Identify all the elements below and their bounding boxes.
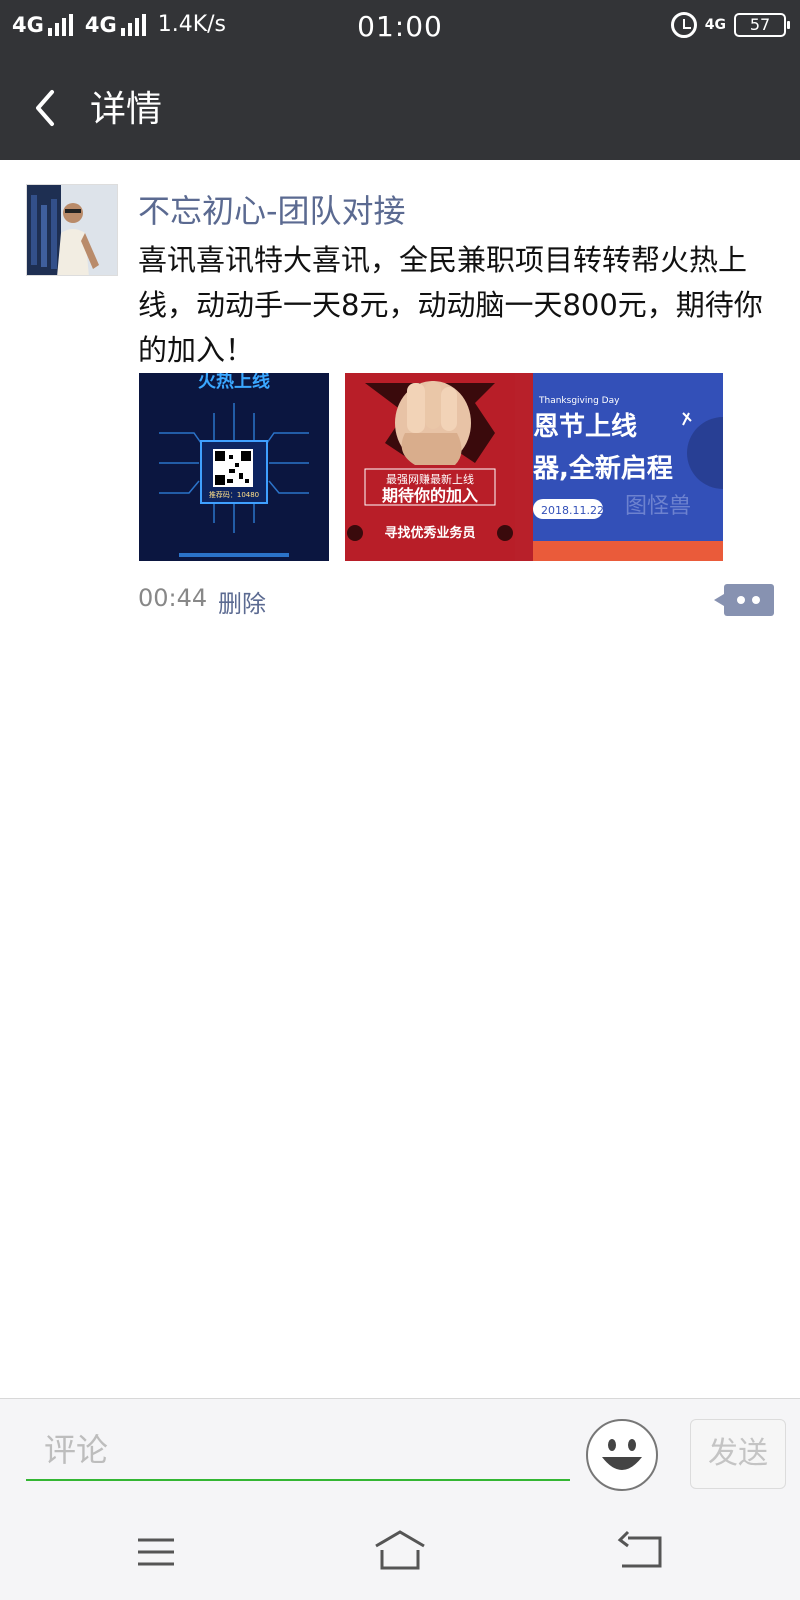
post-text: 喜讯喜讯特大喜讯，全民兼职项目转转帮火热上线，动动手一天8元，动动脑一天800元… bbox=[138, 243, 763, 367]
post-image-3[interactable]: Thanksgiving Day 恩节上线 器,全新启程 2018.11.22 … bbox=[533, 373, 723, 561]
battery-icon: 57 bbox=[734, 13, 790, 37]
image-3-date: 2018.11.22 bbox=[541, 504, 604, 517]
comment-input[interactable] bbox=[26, 1421, 570, 1481]
system-nav-bar bbox=[0, 1508, 800, 1600]
post-time: 00:44 bbox=[138, 584, 208, 612]
image-3-line2: 器,全新启程 bbox=[533, 453, 673, 484]
delete-button[interactable]: 删除 bbox=[218, 584, 266, 619]
image-2-line1: 最强网赚最新上线 bbox=[386, 472, 474, 486]
image-3-line1: 恩节上线 bbox=[533, 412, 637, 442]
back-icon[interactable] bbox=[612, 1528, 672, 1578]
smiley-icon bbox=[602, 1439, 642, 1470]
image-3-small: Thanksgiving Day bbox=[538, 396, 620, 406]
image-2-line2: 期待你的加入 bbox=[382, 486, 478, 505]
post-author-name[interactable]: 不忘初心-团队对接 bbox=[138, 186, 406, 232]
menu-icon[interactable] bbox=[126, 1528, 186, 1578]
alarm-icon bbox=[670, 12, 697, 38]
avatar[interactable] bbox=[26, 184, 118, 276]
image-2-line3: 寻找优秀业务员 bbox=[384, 525, 475, 541]
emoji-button[interactable] bbox=[586, 1419, 658, 1491]
page-title: 详情 bbox=[90, 89, 163, 130]
status-right: 4G 57 bbox=[670, 12, 790, 38]
send-button[interactable]: 发送 bbox=[690, 1419, 786, 1489]
image-1-code: 推荐码：10480 bbox=[209, 490, 259, 499]
back-arrow-icon[interactable] bbox=[30, 86, 70, 130]
network-small: 4G bbox=[704, 17, 726, 33]
comment-bar: 发送 bbox=[0, 1398, 800, 1508]
title-bar: 详情 bbox=[0, 56, 800, 160]
image-3-watermark: 图怪兽 bbox=[625, 494, 691, 519]
comment-more-button[interactable] bbox=[714, 584, 774, 616]
post-image-1[interactable]: 推荐码：10480 火热上线 bbox=[139, 373, 329, 561]
status-bar: 4G 4G 1.4K/s 01:00 4G 57 bbox=[0, 0, 800, 56]
post-image-2[interactable]: 最强网赚最新上线 期待你的加入 寻找优秀业务员 bbox=[345, 373, 535, 561]
home-icon[interactable] bbox=[370, 1528, 430, 1578]
image-1-headline: 火热上线 bbox=[198, 373, 270, 392]
